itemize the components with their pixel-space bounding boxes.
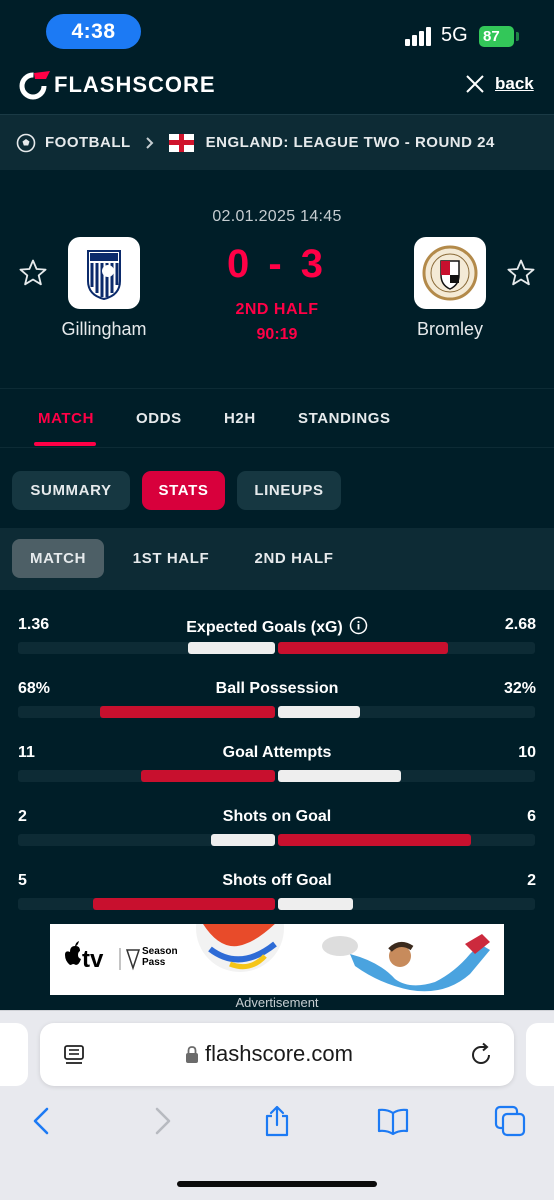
ad-brand-text: tv xyxy=(82,946,104,973)
stat-away-bar xyxy=(278,706,360,718)
sub-tabs: SUMMARY STATS LINEUPS xyxy=(0,448,554,528)
main-tabs: MATCH ODDS H2H STANDINGS xyxy=(0,388,554,448)
stat-away-bar-track xyxy=(278,770,535,782)
battery-level: 87 xyxy=(483,28,500,45)
away-favorite-star-icon[interactable] xyxy=(506,258,536,288)
share-icon[interactable] xyxy=(261,1105,293,1137)
stat-away-bar-track xyxy=(278,834,535,846)
lock-icon xyxy=(186,1046,198,1063)
stat-home-bar-track xyxy=(18,642,275,654)
stat-home-bar-track xyxy=(18,834,275,846)
status-bar: 4:38 5G 87 xyxy=(0,0,554,60)
tab-odds[interactable]: ODDS xyxy=(136,410,182,427)
stat-home-bar-track xyxy=(18,770,275,782)
stat-home-bar-track xyxy=(18,898,275,910)
stat-away-value: 2 xyxy=(527,872,536,889)
reader-mode-icon[interactable] xyxy=(62,1043,86,1067)
stat-home-bar xyxy=(141,770,275,782)
stat-row: 5 Shots off Goal 2 xyxy=(0,846,554,910)
stat-away-bar xyxy=(278,770,401,782)
stat-away-bar xyxy=(278,898,353,910)
active-tab-indicator xyxy=(34,442,96,446)
forward-arrow-icon[interactable] xyxy=(146,1105,178,1137)
bookmarks-icon[interactable] xyxy=(377,1105,409,1137)
battery-icon: 87 xyxy=(479,26,514,47)
tab-lineups[interactable]: LINEUPS xyxy=(237,471,341,510)
ad-subtext-2: Pass xyxy=(142,957,166,968)
network-type: 5G xyxy=(441,24,468,46)
match-datetime: 02.01.2025 14:45 xyxy=(212,208,342,225)
previous-tab-card[interactable] xyxy=(0,1023,28,1086)
stat-label: Shots on Goal xyxy=(222,808,332,825)
match-header: 02.01.2025 14:45 Gillingham 0 - 3 2ND HA… xyxy=(0,170,554,388)
stat-home-bar-track xyxy=(18,706,275,718)
home-indicator xyxy=(177,1181,377,1187)
breadcrumb-competition[interactable]: ENGLAND: LEAGUE TWO - ROUND 24 xyxy=(206,134,495,151)
stat-label: Expected Goals (xG) xyxy=(0,616,554,637)
stats-list: 1.36 Expected Goals (xG) 2.68 68% Ball P… xyxy=(0,590,554,924)
tab-standings[interactable]: STANDINGS xyxy=(298,410,391,427)
period-tabs: MATCH 1ST HALF 2ND HALF xyxy=(0,528,554,590)
period-tab-2nd-half[interactable]: 2ND HALF xyxy=(244,539,344,578)
signal-icon xyxy=(405,26,435,46)
stat-label: Goal Attempts xyxy=(222,744,332,761)
status-time: 4:38 xyxy=(46,14,141,49)
stat-row: 1.36 Expected Goals (xG) 2.68 xyxy=(0,590,554,654)
next-tab-card[interactable] xyxy=(526,1023,554,1086)
stat-away-value: 2.68 xyxy=(504,616,536,633)
stat-home-bar xyxy=(100,706,275,718)
breadcrumb: FOOTBALL ENGLAND: LEAGUE TWO - ROUND 24 xyxy=(0,114,554,170)
bromley-crest-icon xyxy=(422,245,478,301)
tab-stats[interactable]: STATS xyxy=(142,471,225,510)
close-icon[interactable] xyxy=(464,73,486,95)
england-flag-icon xyxy=(168,133,194,152)
brand-name: FLASHSCORE xyxy=(54,72,216,97)
stat-away-bar-track xyxy=(278,706,535,718)
ad-subtext-1: Season xyxy=(142,946,178,957)
stat-away-value: 32% xyxy=(503,680,536,697)
stat-home-bar xyxy=(211,834,275,846)
stat-away-bar xyxy=(278,834,471,846)
chevron-right-icon xyxy=(145,136,154,149)
ad-area: tv Season Pass Advertisement xyxy=(0,924,554,1010)
stat-label-text: Expected Goals (xG) xyxy=(186,619,343,636)
ad-banner[interactable]: tv Season Pass xyxy=(50,924,504,995)
period-tab-match[interactable]: MATCH xyxy=(12,539,104,578)
period-tab-1st-half[interactable]: 1ST HALF xyxy=(124,539,218,578)
flashscore-logo-icon[interactable] xyxy=(16,69,50,103)
stat-away-bar-track xyxy=(278,642,535,654)
stat-row: 68% Ball Possession 32% xyxy=(0,654,554,718)
stat-away-value: 6 xyxy=(527,808,536,825)
tab-summary[interactable]: SUMMARY xyxy=(12,471,130,510)
url-text[interactable]: flashscore.com xyxy=(205,1041,353,1067)
away-team-logo[interactable] xyxy=(414,237,486,309)
stat-home-bar xyxy=(93,898,275,910)
info-icon[interactable] xyxy=(349,616,368,635)
back-link[interactable]: back xyxy=(495,74,534,94)
app-header: FLASHSCORE back xyxy=(0,60,554,114)
ad-artwork xyxy=(65,924,490,992)
football-icon xyxy=(16,133,36,152)
ad-caption: Advertisement xyxy=(235,995,319,1010)
stat-row: 2 Shots on Goal 6 xyxy=(0,782,554,846)
battery-tip xyxy=(516,32,519,41)
back-arrow-icon[interactable] xyxy=(26,1105,58,1137)
tab-h2h[interactable]: H2H xyxy=(224,410,256,427)
reload-icon[interactable] xyxy=(468,1042,494,1068)
stat-away-bar xyxy=(278,642,448,654)
browser-toolbar: flashscore.com xyxy=(0,1010,554,1200)
stat-label: Ball Possession xyxy=(215,680,339,697)
stat-home-bar xyxy=(188,642,275,654)
stat-label: Shots off Goal xyxy=(222,872,332,889)
tabs-icon[interactable] xyxy=(494,1105,526,1137)
away-team-name[interactable]: Bromley xyxy=(380,319,520,340)
tab-match[interactable]: MATCH xyxy=(38,410,94,427)
stat-row: 11 Goal Attempts 10 xyxy=(0,718,554,782)
address-bar[interactable]: flashscore.com xyxy=(40,1023,514,1086)
stat-away-value: 10 xyxy=(518,744,536,761)
breadcrumb-sport[interactable]: FOOTBALL xyxy=(45,134,131,151)
stat-away-bar-track xyxy=(278,898,535,910)
